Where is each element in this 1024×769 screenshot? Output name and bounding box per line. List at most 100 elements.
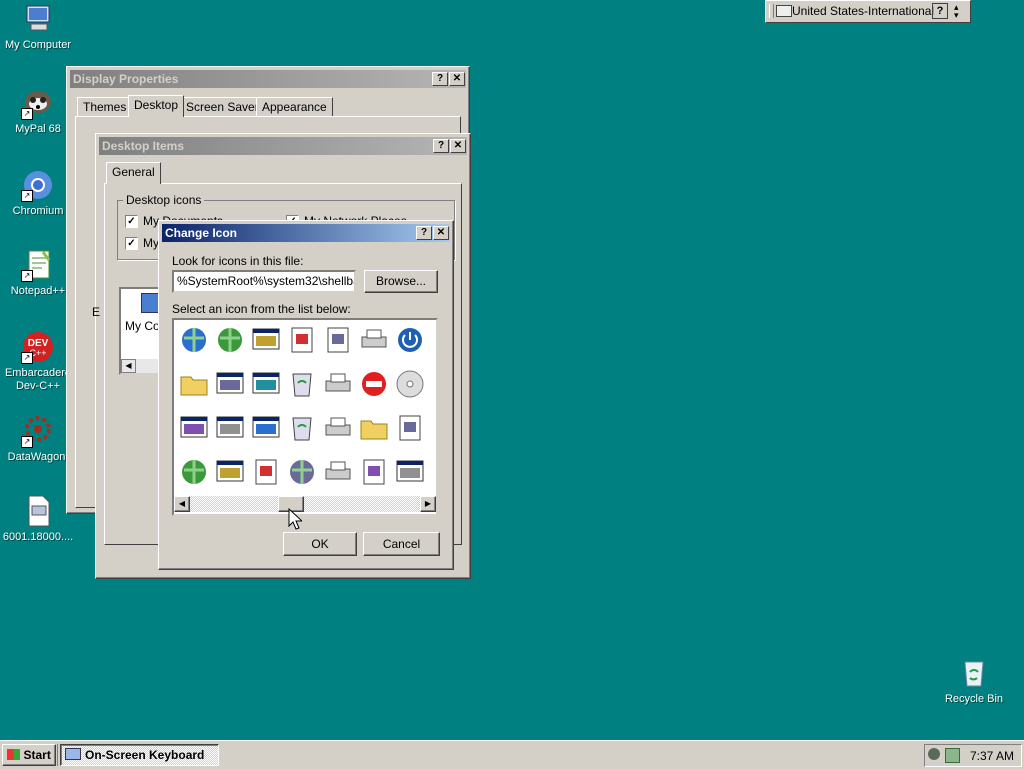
preview-label: My Co: [125, 319, 160, 333]
printer-icon[interactable]: [322, 368, 354, 400]
close-button[interactable]: ✕: [449, 72, 465, 86]
start-button[interactable]: Start: [2, 744, 56, 766]
recycle-bin-icon[interactable]: [286, 412, 318, 444]
close-button[interactable]: ✕: [450, 139, 466, 153]
printer-check-icon[interactable]: [322, 412, 354, 444]
chromium-icon: ↗: [21, 168, 55, 202]
scroll-right-arrow-icon[interactable]: ▶: [420, 496, 436, 512]
select-icon-label: Select an icon from the list below:: [172, 302, 351, 316]
language-bar-grip[interactable]: [769, 4, 774, 18]
browse-button[interactable]: Browse...: [364, 270, 438, 293]
tray-network-icon[interactable]: [928, 748, 940, 760]
help-icon[interactable]: ?: [932, 3, 948, 19]
look-for-icons-label: Look for icons in this file:: [172, 254, 304, 268]
desktop-icon-my-computer[interactable]: My Computer: [0, 2, 76, 52]
display-properties-titlebar[interactable]: Display Properties ? ✕: [70, 70, 466, 88]
desktop-icon-datawagon[interactable]: ↗ DataWagon.: [0, 414, 76, 464]
my-computer-checkbox[interactable]: ✓: [125, 237, 138, 250]
icon-list[interactable]: ◀ ▶: [172, 318, 438, 516]
folder-user-icon[interactable]: [178, 368, 210, 400]
my-documents-checkbox[interactable]: ✓: [125, 215, 138, 228]
desktop-icon-file[interactable]: 6001.18000....: [0, 494, 76, 544]
my-computer-checkbox-label: My: [143, 236, 159, 250]
notepad-plus-plus-icon: ↗: [21, 248, 55, 282]
shortcut-arrow-icon: ↗: [21, 108, 33, 120]
monitor-icon[interactable]: [214, 368, 246, 400]
desktop-icon-devcpp[interactable]: DEV C++ ↗ Embarcadero Dev-C++: [0, 330, 76, 393]
shortcut-arrow-icon: ↗: [21, 270, 33, 282]
window-title: Desktop Items: [102, 139, 185, 153]
icon-list-scrollbar[interactable]: ◀ ▶: [174, 496, 436, 512]
window-grid-icon[interactable]: [250, 324, 282, 356]
tab-themes[interactable]: Themes: [77, 97, 133, 116]
desktop-icon-label: Chromium: [12, 205, 64, 217]
tab-appearance[interactable]: Appearance: [256, 97, 333, 116]
monitor-blue-icon[interactable]: [214, 412, 246, 444]
window-film-icon[interactable]: [394, 456, 426, 488]
desktop-icon-label: Notepad++: [10, 285, 66, 297]
dvd-icon[interactable]: [394, 368, 426, 400]
tab-strip: General: [106, 162, 456, 184]
close-button[interactable]: ✕: [433, 226, 449, 240]
picture-globe-icon[interactable]: [178, 456, 210, 488]
partial-icon[interactable]: [430, 368, 436, 400]
file-path-input[interactable]: %SystemRoot%\system32\shellbase: [172, 270, 356, 293]
icon-grid: [174, 320, 436, 496]
language-label[interactable]: United States-International: [792, 4, 934, 18]
recycle-bin-icon: [957, 656, 991, 690]
globe-network-icon[interactable]: [178, 324, 210, 356]
window-picture-icon[interactable]: [250, 368, 282, 400]
desktop-icon-mypal[interactable]: ↗ MyPal 68: [0, 86, 76, 136]
partial-icon[interactable]: [430, 456, 436, 488]
file-icon: [21, 494, 55, 528]
cursor-sparkle-icon[interactable]: [286, 324, 318, 356]
desktop-items-titlebar[interactable]: Desktop Items ? ✕: [99, 137, 467, 155]
window-gear-icon[interactable]: [178, 412, 210, 444]
scroll-left-arrow-icon[interactable]: ◀: [121, 359, 136, 373]
user-key-icon[interactable]: [358, 456, 390, 488]
printer-network-icon[interactable]: [358, 324, 390, 356]
desktop-icon-label: MyPal 68: [15, 123, 61, 135]
shortcut-arrow-icon: ↗: [21, 436, 33, 448]
partial-icon[interactable]: [430, 412, 436, 444]
window-title: Change Icon: [165, 226, 238, 240]
computer-globe-icon[interactable]: [214, 324, 246, 356]
recycle-full-icon[interactable]: [286, 368, 318, 400]
power-icon[interactable]: [394, 324, 426, 356]
folder-check-icon[interactable]: [358, 412, 390, 444]
hand-cursor-icon[interactable]: [250, 456, 282, 488]
desktop-icon-recycle-bin[interactable]: Recycle Bin: [936, 656, 1012, 706]
help-button[interactable]: ?: [432, 72, 448, 86]
mypal-raccoon-icon: ↗: [21, 86, 55, 120]
keys-icon[interactable]: [322, 324, 354, 356]
desktop-icon-chromium[interactable]: ↗ Chromium: [0, 168, 76, 218]
shortcut-arrow-icon: ↗: [21, 190, 33, 202]
desktop-icons-group-label: Desktop icons: [123, 193, 205, 207]
tray-user-icon[interactable]: [945, 748, 960, 763]
printer-default-icon[interactable]: [322, 456, 354, 488]
window-stack-icon[interactable]: [250, 412, 282, 444]
shortcut-arrow-icon: ↗: [21, 352, 33, 364]
cancel-button[interactable]: Cancel: [363, 532, 440, 556]
task-on-screen-keyboard[interactable]: On-Screen Keyboard: [60, 744, 219, 766]
change-icon-titlebar[interactable]: Change Icon ? ✕: [162, 224, 450, 242]
language-bar-menu-icon[interactable]: ▴ ▾: [954, 3, 959, 20]
tab-desktop[interactable]: Desktop: [128, 95, 185, 117]
scroll-left-arrow-icon[interactable]: ◀: [174, 496, 190, 512]
partial-icon[interactable]: [430, 324, 436, 356]
task-label: On-Screen Keyboard: [85, 748, 205, 762]
clock[interactable]: 7:37 AM: [970, 749, 1014, 763]
window-menu-icon[interactable]: [214, 456, 246, 488]
help-button[interactable]: ?: [416, 226, 432, 240]
tab-screen-saver[interactable]: Screen Saver: [180, 97, 265, 116]
language-bar[interactable]: United States-International ? ▴ ▾: [765, 0, 971, 23]
ok-button[interactable]: OK: [283, 532, 357, 556]
no-entry-icon[interactable]: [358, 368, 390, 400]
help-button[interactable]: ?: [433, 139, 449, 153]
tab-general[interactable]: General: [106, 162, 161, 184]
globe-folder-icon[interactable]: [286, 456, 318, 488]
devcpp-icon: DEV C++ ↗: [21, 330, 55, 364]
desktop-icon-notepad-plus-plus[interactable]: ↗ Notepad++: [0, 248, 76, 298]
document-check-icon[interactable]: [394, 412, 426, 444]
taskbar: Start On-Screen Keyboard 7:37 AM: [0, 740, 1024, 769]
